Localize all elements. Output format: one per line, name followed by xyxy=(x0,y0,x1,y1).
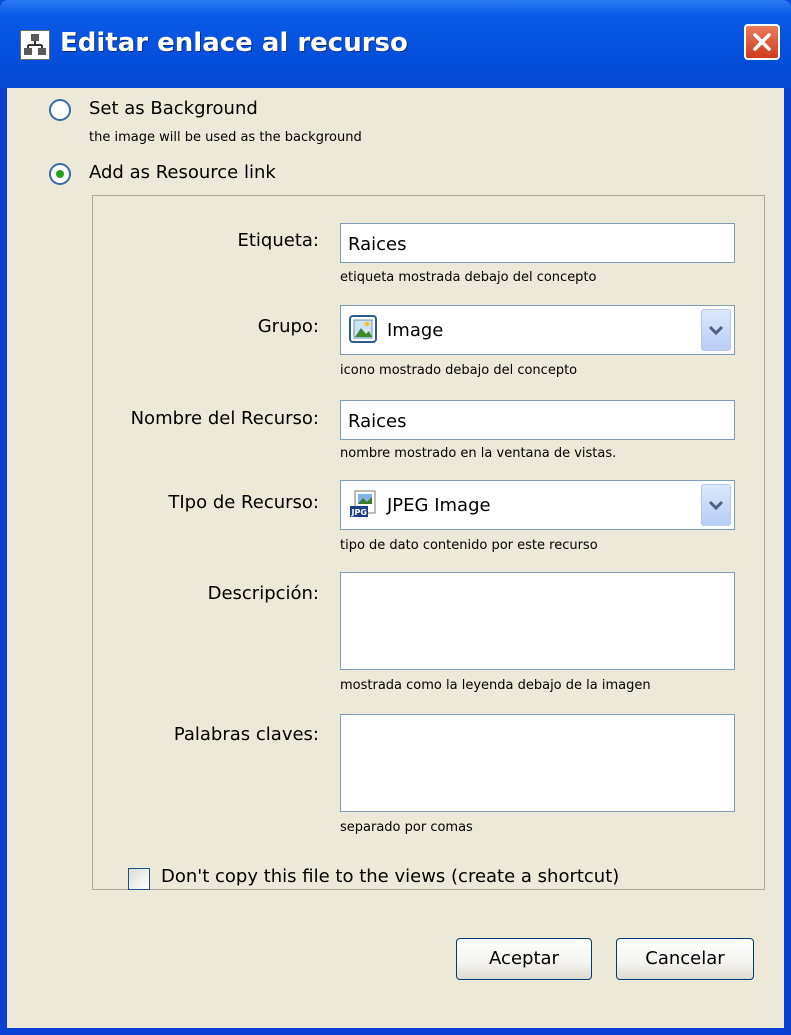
title-bar[interactable]: Editar enlace al recurso xyxy=(0,0,791,88)
chevron-down-icon xyxy=(708,500,724,511)
descripcion-hint: mostrada como la leyenda debajo de la im… xyxy=(340,678,651,693)
jpeg-file-icon: JPG xyxy=(349,490,377,518)
palabras-claves-hint: separado por comas xyxy=(340,820,473,835)
accept-button[interactable]: Aceptar xyxy=(456,938,592,980)
tipo-recurso-label: TIpo de Recurso: xyxy=(168,492,319,513)
palabras-claves-label: Palabras claves: xyxy=(173,724,319,745)
etiqueta-input[interactable]: Raices xyxy=(340,223,735,263)
shortcut-checkbox[interactable] xyxy=(128,868,150,890)
tipo-dropdown-button[interactable] xyxy=(701,484,731,526)
tipo-recurso-hint: tipo de dato contenido por este recurso xyxy=(340,538,598,553)
background-description: the image will be used as the background xyxy=(89,130,362,145)
shortcut-checkbox-label[interactable]: Don't copy this file to the views (creat… xyxy=(161,866,619,887)
grupo-label: Grupo: xyxy=(257,316,319,337)
window-border-left xyxy=(0,88,7,1035)
grupo-hint: icono mostrado debajo del concepto xyxy=(340,363,578,378)
close-icon xyxy=(753,33,771,51)
tipo-recurso-select[interactable]: JPG JPEG Image xyxy=(340,480,735,530)
network-icon xyxy=(20,30,50,60)
etiqueta-hint: etiqueta mostrada debajo del concepto xyxy=(340,270,597,285)
window-border-bottom xyxy=(0,1028,791,1035)
radio-resource-link-label[interactable]: Add as Resource link xyxy=(89,162,276,183)
nombre-recurso-label: Nombre del Recurso: xyxy=(130,408,319,429)
radio-set-background-label[interactable]: Set as Background xyxy=(89,98,258,119)
window-border-right xyxy=(784,88,791,1035)
close-button[interactable] xyxy=(744,24,780,60)
nombre-recurso-hint: nombre mostrado en la ventana de vistas. xyxy=(340,446,617,461)
dialog-content: Set as Background the image will be used… xyxy=(7,88,784,1028)
grupo-value: Image xyxy=(387,320,444,341)
nombre-recurso-input[interactable]: Raices xyxy=(340,400,735,440)
etiqueta-label: Etiqueta: xyxy=(237,230,320,251)
descripcion-label: Descripción: xyxy=(207,583,319,604)
grupo-dropdown-button[interactable] xyxy=(701,309,731,351)
chevron-down-icon xyxy=(708,325,724,336)
grupo-select[interactable]: Image xyxy=(340,305,735,355)
image-icon xyxy=(349,315,377,343)
descripcion-textarea[interactable] xyxy=(340,572,735,670)
window-title: Editar enlace al recurso xyxy=(60,28,408,58)
radio-resource-link[interactable] xyxy=(49,163,71,185)
radio-set-background[interactable] xyxy=(49,99,71,121)
palabras-claves-textarea[interactable] xyxy=(340,714,735,812)
svg-text:JPG: JPG xyxy=(351,508,367,517)
dialog-window: Editar enlace al recurso Set as Backgrou… xyxy=(0,0,791,1035)
tipo-recurso-value: JPEG Image xyxy=(387,495,491,516)
cancel-button[interactable]: Cancelar xyxy=(616,938,754,980)
